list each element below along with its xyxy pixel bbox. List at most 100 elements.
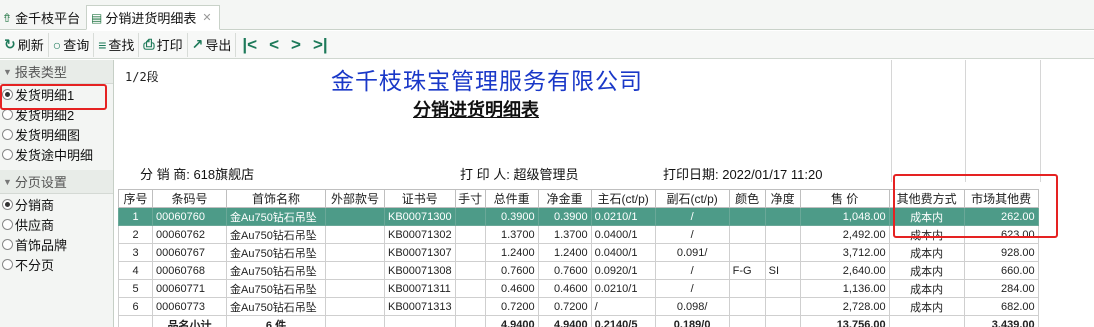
table-row[interactable]: 5 00060771 金Au750钻石吊坠 KB00071311 0.4600 0.460… [118,279,1039,298]
table-cell [325,207,385,226]
table-cell: 0.7600 [484,261,539,280]
radio-report-type-3[interactable]: 发货途中明细 [0,144,113,164]
page-indicator: 1/2段 [125,70,159,84]
toolbar: ↻ 刷新 ○ 查询 ≡ 查找 ⎙ 打印 ↗ 导出 |< < > >| [0,31,1094,59]
subtotal-cell: 品名小计 [152,315,227,327]
printer-icon: ⎙ [143,36,155,52]
table-cell: 682.00 [963,297,1039,316]
subtotal-cell: 4.9400 [484,315,539,327]
table-row[interactable]: 6 00060773 金Au750钻石吊坠 KB00071313 0.7200 0.720… [118,297,1039,316]
table-cell [764,225,801,244]
next-page-icon[interactable]: > [285,35,307,55]
table-cell: 2,640.00 [799,261,890,280]
tab-bar: ⇮ 金千枝平台 ▤ 分销进货明细表 ✕ [0,0,1094,30]
find-button[interactable]: ≡ 查找 [94,32,140,57]
radio-label: 首饰品牌 [15,237,68,253]
table-cell [764,207,801,226]
subtotal-cell [118,315,153,327]
subtotal-cell [764,315,801,327]
last-page-icon[interactable]: >| [307,35,334,55]
radio-paging-1[interactable]: 供应商 [0,214,113,234]
table-cell: 0.4600 [484,279,539,298]
export-button[interactable]: ↗ 导出 [188,32,237,57]
report-title: 分销进货明细表 [413,100,539,120]
table-cell [325,297,385,316]
close-icon[interactable]: ✕ [202,11,211,24]
column-header[interactable]: 证书号 [384,189,456,208]
print-label: 打印 [156,38,183,53]
column-header[interactable]: 主石(ct/p) [590,189,656,208]
find-label: 查找 [108,38,135,53]
table-cell: 1 [118,207,153,226]
radio-icon [2,198,13,210]
refresh-button[interactable]: ↻ 刷新 [0,32,49,57]
column-header[interactable]: 外部款号 [325,189,385,208]
table-cell: 660.00 [963,261,1039,280]
radio-label: 不分页 [15,257,55,273]
table-row[interactable]: 4 00060768 金Au750钻石吊坠 KB00071308 0.7600 0.760… [118,261,1039,280]
column-header[interactable]: 条码号 [152,189,227,208]
table-cell [325,225,385,244]
table-cell: KB00071302 [384,225,456,244]
column-header[interactable]: 副石(ct/p) [654,189,730,208]
table-cell [728,279,766,298]
print-date-label: 打印日期: 2022/01/17 11:20 [663,167,823,182]
highlight-box-report-type [0,84,107,110]
table-cell: 金Au750钻石吊坠 [226,207,326,226]
table-cell: 0.0210/1 [590,207,656,226]
column-header[interactable]: 颜色 [728,189,766,208]
table-cell: / [654,261,730,280]
column-header[interactable]: 首饰名称 [226,189,326,208]
table-cell: 3 [118,243,153,262]
radio-paging-2[interactable]: 首饰品牌 [0,234,113,254]
column-header[interactable]: 净金重 [537,189,592,208]
radio-paging-0[interactable]: 分销商 [0,194,113,214]
table-cell: 4 [118,261,153,280]
table-cell: 金Au750钻石吊坠 [226,279,326,298]
column-header[interactable]: 净度 [764,189,801,208]
subtotal-cell [728,315,766,327]
column-header[interactable]: 序号 [118,189,153,208]
search-icon: ○ [52,36,62,53]
report-type-header[interactable]: ▼ 报表类型 [0,60,113,84]
prev-page-icon[interactable]: < [263,35,285,55]
table-cell: 1.2400 [537,243,592,262]
query-button[interactable]: ○ 查询 [49,32,95,57]
subtotal-cell: 3,439.00 [963,315,1039,327]
table-cell: 0.7200 [484,297,539,316]
print-button[interactable]: ⎙ 打印 [139,32,188,57]
find-icon: ≡ [98,36,107,53]
radio-paging-3[interactable]: 不分页 [0,254,113,274]
table-cell: 0.3900 [537,207,592,226]
table-cell [325,261,385,280]
table-cell [764,297,801,316]
subtotal-cell: 6 件 [226,315,326,327]
table-cell: 00060762 [152,225,227,244]
column-header[interactable]: 总件重 [484,189,539,208]
table-cell: 2 [118,225,153,244]
table-cell: 284.00 [963,279,1039,298]
first-page-icon[interactable]: |< [236,35,263,55]
refresh-label: 刷新 [17,38,44,53]
table-row[interactable]: 3 00060767 金Au750钻石吊坠 KB00071307 1.2400 1.240… [118,243,1039,262]
tab-report[interactable]: ▤ 分销进货明细表 ✕ [86,5,220,30]
table-cell: 1,136.00 [799,279,890,298]
tab-home[interactable]: ⇮ 金千枝平台 [2,5,80,30]
table-cell [764,279,801,298]
table-cell: 00060768 [152,261,227,280]
column-header[interactable]: 手寸 [454,189,486,208]
table-cell: SI [764,261,801,280]
table-cell: 00060760 [152,207,227,226]
collapse-icon: ▼ [3,176,12,187]
column-header[interactable]: 售 价 [799,189,890,208]
leaf-icon: ⇮ [2,10,13,25]
table-cell [728,207,766,226]
paging-header[interactable]: ▼ 分页设置 [0,170,113,194]
radio-icon [2,258,13,270]
table-cell: 成本内 [888,279,965,298]
table-cell [728,297,766,316]
table-cell: 0.4600 [537,279,592,298]
table-cell: 成本内 [888,297,965,316]
radio-report-type-2[interactable]: 发货明细图 [0,124,113,144]
table-cell: 3,712.00 [799,243,890,262]
